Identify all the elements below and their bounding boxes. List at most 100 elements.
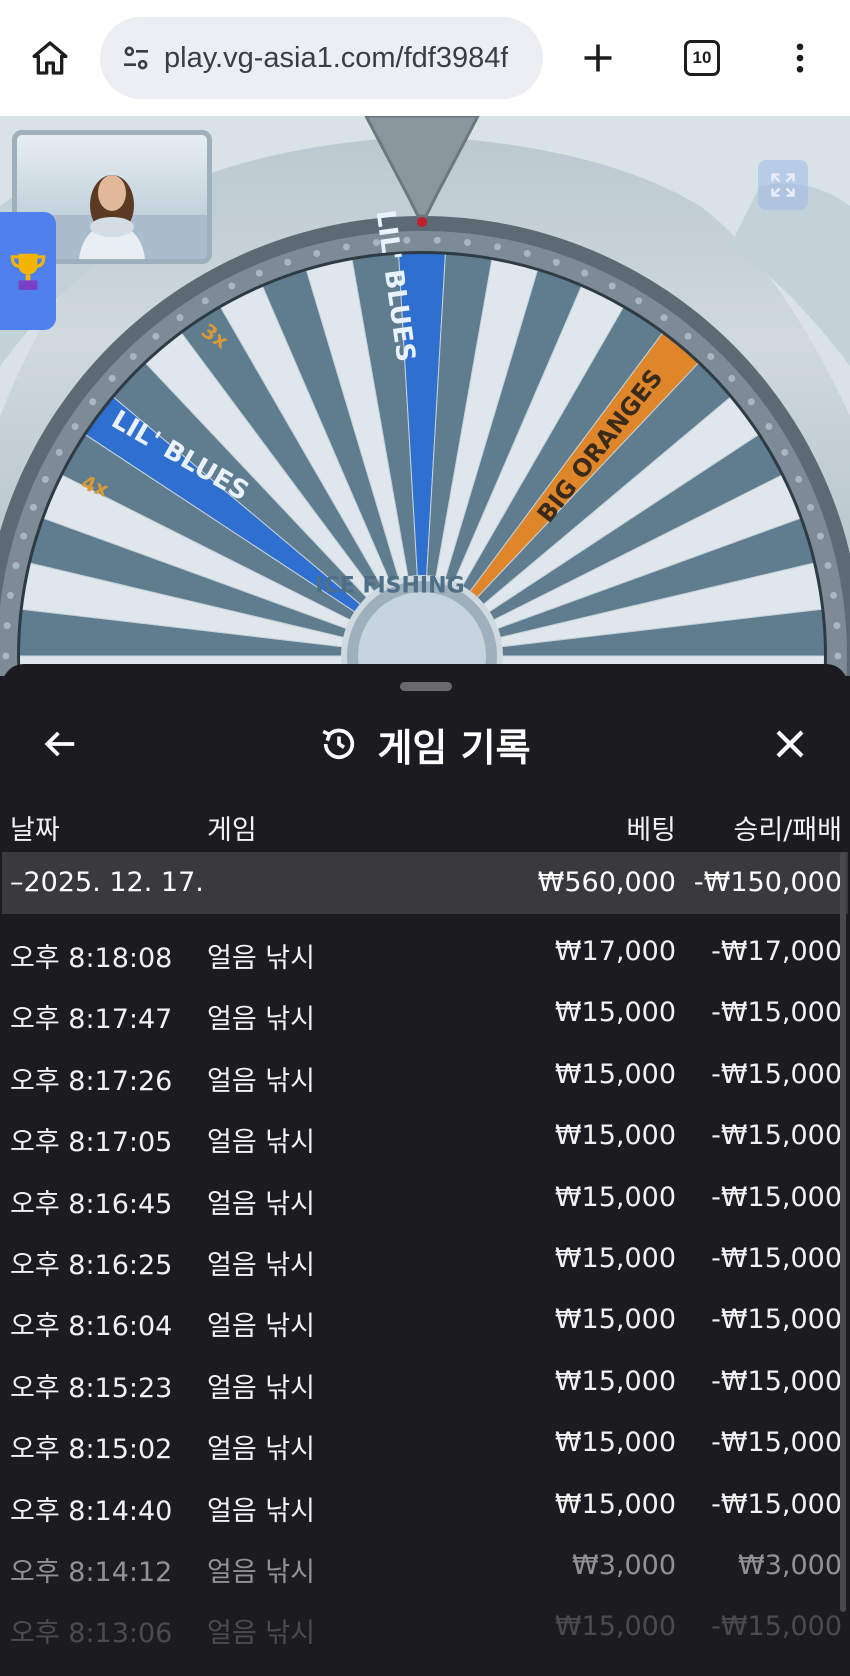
browser-toolbar: play.vg-asia1.com/fdf3984f 10 [0,0,850,116]
history-row[interactable]: 오후 8:13:06 얼음 낚시 ₩15,000 -₩15,000 [2,1589,848,1650]
row-game: 얼음 낚시 [207,1249,315,1281]
new-tab-button[interactable] [566,26,630,90]
row-time: 오후 8:15:23 [10,1372,173,1404]
wheel-label: LIL' BLUES [106,404,254,508]
history-icon [322,728,355,760]
wheel-label: 3x [197,318,233,354]
row-bet: ₩3,000 [572,1549,676,1581]
sheet-drag-handle[interactable] [400,682,452,691]
row-bet: ₩15,000 [554,1304,676,1336]
row-result: -₩15,000 [711,1058,842,1090]
row-game: 얼음 낚시 [207,1311,315,1343]
history-list: 오후 8:18:08 얼음 낚시 ₩17,000 -₩17,000 오후 8:17:47… [2,914,848,1651]
summary-date: –2025. 12. 17. [10,867,204,898]
history-row[interactable]: 오후 8:14:12 얼음 낚시 ₩3,000 ₩3,000 [2,1528,848,1589]
row-time: 오후 8:14:12 [10,1556,173,1588]
table-header: 날짜 게임 베팅 승리/패배 [2,794,848,854]
trophy-button[interactable] [0,212,56,330]
row-bet: ₩15,000 [554,1427,676,1459]
row-bet: ₩15,000 [554,1488,676,1520]
row-time: 오후 8:13:06 [10,1618,173,1650]
row-bet: ₩15,000 [554,1365,676,1397]
address-bar[interactable]: play.vg-asia1.com/fdf3984f [100,17,543,99]
url-text: play.vg-asia1.com/fdf3984f [164,41,509,74]
row-game: 얼음 낚시 [207,1127,315,1159]
row-time: 오후 8:18:08 [10,943,173,974]
history-row[interactable]: 오후 8:16:45 얼음 낚시 ₩15,000 -₩15,000 [2,1160,848,1221]
tab-count: 10 [692,48,712,67]
wheel-label: BIG ORANGES [531,364,669,528]
row-bet: ₩15,000 [554,1611,676,1643]
tab-switcher-icon: 10 [684,40,720,76]
row-result: -₩15,000 [711,1304,842,1336]
history-row[interactable]: 오후 8:18:08 얼음 낚시 ₩17,000 -₩17,000 [2,914,848,975]
home-icon [32,41,68,75]
summary-bet: ₩560,000 [537,867,676,898]
back-button[interactable] [28,712,92,776]
row-result: -₩15,000 [711,997,842,1029]
wheel-label: 4x [78,470,112,502]
row-bet: ₩15,000 [554,997,676,1029]
browser-menu-button[interactable] [768,26,832,90]
tune-icon[interactable] [116,38,156,78]
history-row[interactable]: 오후 8:17:47 얼음 낚시 ₩15,000 -₩15,000 [2,975,848,1036]
row-time: 오후 8:17:26 [10,1065,173,1097]
row-time: 오후 8:15:02 [10,1434,173,1466]
wheel-label: LIL' BLUES [369,208,421,364]
row-game: 얼음 낚시 [207,1004,315,1036]
history-row[interactable]: 오후 8:17:05 얼음 낚시 ₩15,000 -₩15,000 [2,1098,848,1159]
date-summary-row[interactable]: –2025. 12. 17. ₩560,000 -₩150,000 [2,852,848,914]
history-row[interactable]: 오후 8:15:23 얼음 낚시 ₩15,000 -₩15,000 [2,1344,848,1405]
plus-icon [584,44,612,72]
row-bet: ₩15,000 [554,1242,676,1274]
row-result: -₩17,000 [711,936,842,967]
expand-icon [771,173,795,197]
sheet-title-text: 게임 기록 [377,725,531,770]
row-game: 얼음 낚시 [207,943,315,974]
row-bet: ₩17,000 [554,936,676,967]
history-row[interactable]: 오후 8:17:26 얼음 낚시 ₩15,000 -₩15,000 [2,1037,848,1098]
history-row[interactable]: 오후 8:16:25 얼음 낚시 ₩15,000 -₩15,000 [2,1221,848,1282]
more-vert-icon [796,43,804,73]
column-header-game[interactable]: 게임 [207,808,257,847]
row-result: ₩3,000 [738,1549,842,1581]
row-bet: ₩15,000 [554,1181,676,1213]
column-header-date[interactable]: 날짜 [10,808,60,847]
history-row[interactable]: 오후 8:14:40 얼음 낚시 ₩15,000 -₩15,000 [2,1467,848,1528]
row-bet: ₩15,000 [554,1058,676,1090]
row-result: -₩15,000 [711,1120,842,1152]
row-time: 오후 8:17:05 [10,1127,173,1159]
column-header-result[interactable]: 승리/패배 [734,808,842,847]
row-game: 얼음 낚시 [207,1618,315,1650]
row-time: 오후 8:16:04 [10,1311,173,1343]
row-time: 오후 8:16:25 [10,1249,173,1281]
row-game: 얼음 낚시 [207,1556,315,1588]
row-bet: ₩15,000 [554,1120,676,1152]
row-time: 오후 8:14:40 [10,1495,173,1527]
row-result: -₩15,000 [711,1242,842,1274]
scrollbar[interactable] [840,852,846,1612]
history-row[interactable]: 오후 8:16:04 얼음 낚시 ₩15,000 -₩15,000 [2,1282,848,1343]
row-game: 얼음 낚시 [207,1495,315,1527]
sheet-title: 게임 기록 [2,704,848,784]
column-header-bet[interactable]: 베팅 [626,808,676,847]
row-game: 얼음 낚시 [207,1434,315,1466]
row-result: -₩15,000 [711,1488,842,1520]
row-game: 얼음 낚시 [207,1188,315,1220]
row-game: 얼음 낚시 [207,1065,315,1097]
summary-result: -₩150,000 [693,867,842,898]
row-result: -₩15,000 [711,1611,842,1643]
row-time: 오후 8:16:45 [10,1188,173,1220]
close-icon [776,730,804,758]
row-result: -₩15,000 [711,1181,842,1213]
sheet-header: 게임 기록 [2,704,848,784]
close-button[interactable] [758,712,822,776]
home-button[interactable] [18,26,82,90]
history-row[interactable]: 오후 8:15:02 얼음 낚시 ₩15,000 -₩15,000 [2,1405,848,1466]
game-history-sheet: 게임 기록 날짜 게임 베팅 승리/패배 –2025. 12. 17. ₩560… [2,664,848,1676]
tab-switcher-button[interactable]: 10 [670,26,734,90]
row-result: -₩15,000 [711,1365,842,1397]
row-result: -₩15,000 [711,1427,842,1459]
trophy-icon [10,253,46,290]
fullscreen-button[interactable] [758,160,808,210]
